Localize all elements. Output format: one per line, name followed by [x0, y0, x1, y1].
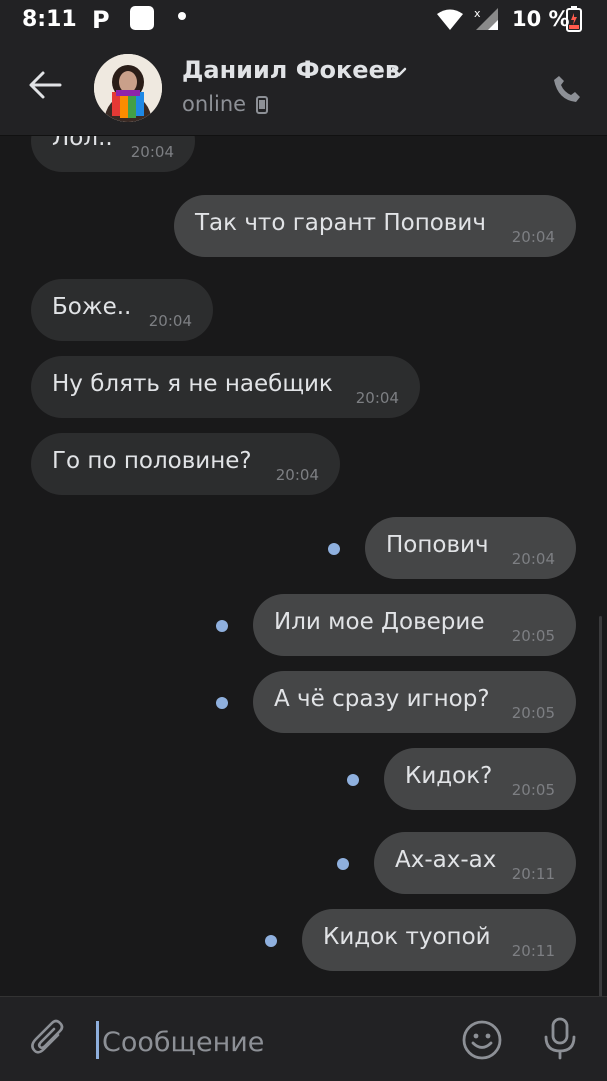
message-bubble[interactable]: Лол.. 20:04: [31, 136, 195, 172]
unread-indicator: [337, 858, 349, 870]
unread-indicator: [216, 620, 228, 632]
contact-status: online: [182, 92, 247, 116]
notification-dot-icon: [178, 12, 186, 20]
message-bubble[interactable]: Так что гарант Попович 20:04: [174, 195, 576, 257]
message-time: 20:04: [130, 143, 174, 161]
battery-percent: 10 %: [512, 7, 570, 31]
message-text: Попович: [386, 532, 489, 558]
signal-icon: x: [474, 7, 498, 30]
message-time: 20:11: [511, 865, 555, 883]
paperclip-icon[interactable]: [30, 1019, 66, 1059]
message-input[interactable]: [100, 1021, 444, 1063]
contact-name[interactable]: Даниил Фокеев: [182, 56, 400, 84]
unread-indicator: [328, 543, 340, 555]
message-bubble[interactable]: Попович 20:04: [365, 517, 576, 579]
wifi-icon: [437, 9, 463, 30]
message-bubble[interactable]: Го по половине? 20:04: [31, 433, 340, 495]
message-text: Так что гарант Попович: [195, 210, 486, 236]
message-text: Го по половине?: [52, 448, 252, 474]
message-text: Или мое Доверие: [274, 609, 485, 635]
chat-header: Даниил Фокеев online: [0, 40, 607, 136]
text-cursor: [96, 1021, 99, 1059]
unread-indicator: [216, 697, 228, 709]
mi-app-icon: [130, 6, 154, 30]
message-time: 20:05: [511, 704, 555, 722]
message-bubble[interactable]: Кидок туопой 20:11: [302, 909, 576, 971]
mobile-device-icon: [256, 96, 268, 114]
message-text: Боже..: [52, 294, 132, 320]
avatar-image: [94, 54, 162, 122]
message-time: 20:04: [511, 228, 555, 246]
message-composer: [0, 996, 607, 1081]
message-text: Ах-ах-ах: [395, 847, 497, 873]
chevron-down-icon[interactable]: [390, 66, 408, 78]
svg-text:x: x: [474, 7, 481, 20]
battery-low-icon: [566, 6, 582, 32]
emoji-icon[interactable]: [461, 1019, 503, 1061]
message-bubble[interactable]: Ну блять я не наебщик 20:04: [31, 356, 420, 418]
message-time: 20:04: [511, 550, 555, 568]
message-bubble[interactable]: А чё сразу игнор? 20:05: [253, 671, 576, 733]
microphone-icon[interactable]: [542, 1017, 578, 1061]
phone-icon[interactable]: [552, 74, 582, 104]
message-text: А чё сразу игнор?: [274, 686, 490, 712]
message-time: 20:11: [511, 942, 555, 960]
unread-indicator: [265, 935, 277, 947]
scrollbar[interactable]: [599, 616, 602, 996]
message-time: 20:05: [511, 627, 555, 645]
parking-p-icon: P: [92, 6, 110, 34]
message-text: Кидок?: [405, 763, 493, 789]
message-bubble[interactable]: Кидок? 20:05: [384, 748, 576, 810]
back-arrow-icon[interactable]: [28, 70, 62, 100]
message-bubble[interactable]: Или мое Доверие 20:05: [253, 594, 576, 656]
message-text: Ну блять я не наебщик: [52, 371, 333, 397]
message-time: 20:04: [148, 312, 192, 330]
message-text: Лол..: [52, 136, 113, 151]
status-bar: 8:11 P x 10 %: [0, 0, 607, 40]
status-time: 8:11: [22, 7, 77, 32]
avatar[interactable]: [94, 54, 162, 122]
message-bubble[interactable]: Ах-ах-ах 20:11: [374, 832, 576, 894]
message-time: 20:04: [275, 466, 319, 484]
message-time: 20:04: [355, 389, 399, 407]
message-time: 20:05: [511, 781, 555, 799]
unread-indicator: [347, 774, 359, 786]
message-text: Кидок туопой: [323, 924, 491, 950]
message-list[interactable]: Лол.. 20:04 Так что гарант Попович 20:04…: [0, 136, 607, 996]
message-bubble[interactable]: Боже.. 20:04: [31, 279, 213, 341]
